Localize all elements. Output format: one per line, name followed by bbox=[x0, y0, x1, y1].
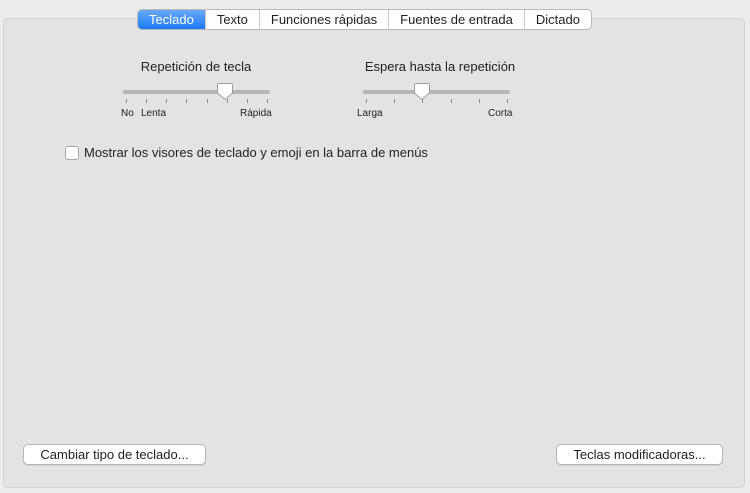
slider-tick bbox=[394, 99, 395, 103]
slider-tick bbox=[451, 99, 452, 103]
slider-tick bbox=[126, 99, 127, 103]
slider-tick bbox=[247, 99, 248, 103]
key-repeat-min-label: No bbox=[121, 108, 134, 119]
show-viewers-checkbox[interactable] bbox=[65, 146, 79, 160]
delay-until-repeat-max-label: Corta bbox=[488, 108, 513, 119]
delay-until-repeat-title: Espera hasta la repetición bbox=[364, 59, 516, 74]
delay-until-repeat-slider-thumb[interactable] bbox=[414, 82, 430, 101]
show-viewers-label[interactable]: Mostrar los visores de teclado y emoji e… bbox=[84, 145, 428, 160]
modifier-keys-button[interactable]: Teclas modificadoras... bbox=[556, 444, 723, 465]
slider-tick bbox=[146, 99, 147, 103]
slider-tick bbox=[166, 99, 167, 103]
slider-tick bbox=[366, 99, 367, 103]
slider-tick bbox=[479, 99, 480, 103]
keyboard-panel: Repetición de tecla No Lenta Rápida Espe… bbox=[3, 18, 745, 488]
tab-dictado[interactable]: Dictado bbox=[523, 10, 591, 29]
tab-teclado[interactable]: Teclado bbox=[138, 10, 205, 29]
key-repeat-title: Repetición de tecla bbox=[140, 59, 252, 74]
change-keyboard-type-button[interactable]: Cambiar tipo de teclado... bbox=[23, 444, 206, 465]
slider-tick bbox=[507, 99, 508, 103]
slider-tick bbox=[186, 99, 187, 103]
delay-until-repeat-slider[interactable] bbox=[363, 90, 510, 94]
tab-bar: Teclado Texto Funciones rápidas Fuentes … bbox=[137, 9, 592, 30]
key-repeat-slider[interactable] bbox=[123, 90, 270, 94]
tab-texto[interactable]: Texto bbox=[204, 10, 259, 29]
key-repeat-slow-label: Lenta bbox=[141, 108, 167, 119]
tab-fuentes-de-entrada[interactable]: Fuentes de entrada bbox=[388, 10, 524, 29]
keyboard-preferences-window: Teclado Texto Funciones rápidas Fuentes … bbox=[0, 0, 750, 493]
tab-funciones-rapidas[interactable]: Funciones rápidas bbox=[258, 10, 388, 29]
slider-tick bbox=[207, 99, 208, 103]
key-repeat-slider-thumb[interactable] bbox=[217, 82, 233, 101]
delay-until-repeat-min-label: Larga bbox=[357, 108, 383, 119]
slider-tick bbox=[267, 99, 268, 103]
key-repeat-max-label: Rápida bbox=[240, 108, 272, 119]
